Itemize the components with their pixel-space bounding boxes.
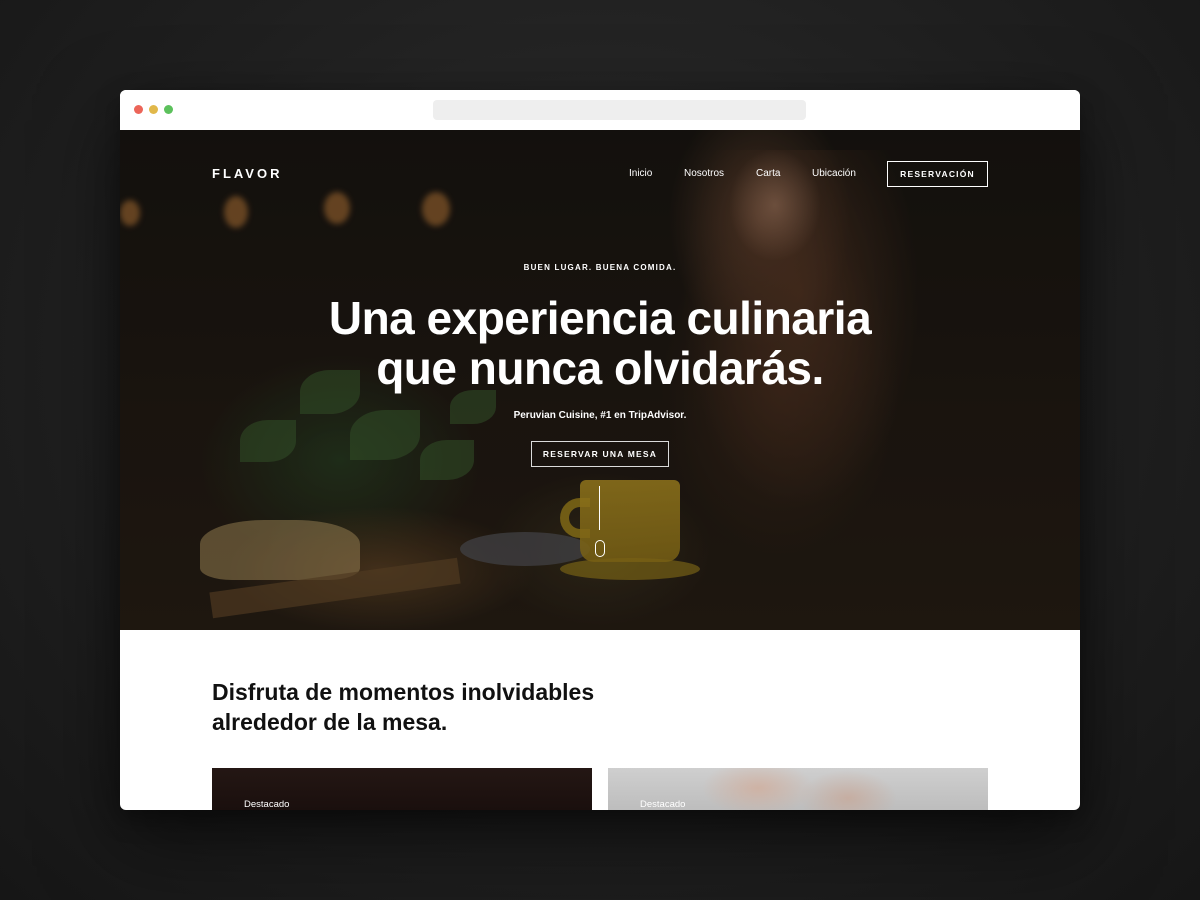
card-label: Destacado: [640, 799, 686, 810]
book-table-button[interactable]: RESERVAR UNA MESA: [531, 441, 669, 467]
nav-link-nosotros[interactable]: Nosotros: [684, 168, 724, 179]
browser-toolbar: [120, 90, 1080, 130]
nav-link-ubicacion[interactable]: Ubicación: [812, 168, 856, 179]
section-title: Disfruta de momentos inolvidables alrede…: [212, 679, 595, 735]
card-label: Destacado: [244, 799, 290, 810]
scroll-indicator-line: [599, 486, 600, 530]
hero-subtitle: Peruvian Cuisine, #1 en TripAdvisor.: [513, 410, 687, 421]
featured-card[interactable]: Destacado: [608, 768, 988, 810]
reservation-button[interactable]: RESERVACIÓN: [887, 161, 988, 187]
hero-section: FLAVOR Inicio Nosotros Carta Ubicación R…: [120, 130, 1080, 630]
hero-title: Una experiencia culinaria que nunca olvi…: [328, 292, 872, 394]
address-bar[interactable]: [433, 100, 806, 120]
close-window-icon[interactable]: [134, 105, 143, 114]
minimize-window-icon[interactable]: [149, 105, 158, 114]
maximize-window-icon[interactable]: [164, 105, 173, 114]
nav-link-inicio[interactable]: Inicio: [629, 168, 652, 179]
site-logo[interactable]: FLAVOR: [212, 166, 282, 181]
hero-eyebrow: BUEN LUGAR. BUENA COMIDA.: [523, 263, 677, 272]
featured-card[interactable]: Destacado: [212, 768, 592, 810]
nav-link-carta[interactable]: Carta: [756, 168, 780, 179]
browser-window: FLAVOR Inicio Nosotros Carta Ubicación R…: [120, 90, 1080, 810]
mouse-scroll-icon[interactable]: [595, 540, 605, 557]
